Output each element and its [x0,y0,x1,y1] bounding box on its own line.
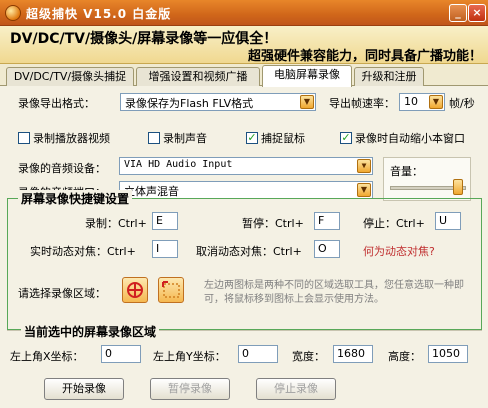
audio-device-select[interactable]: VIA HD Audio Input ▼ [119,157,373,175]
pause-hotkey-label: 暂停：Ctrl+ [242,217,304,230]
chevron-down-icon: ▼ [357,183,371,197]
fps-unit: 帧/秒 [449,97,475,110]
region-tool-crosshair-button[interactable] [122,277,148,303]
track-hotkey-input[interactable]: I [152,240,178,258]
width-input[interactable]: 1680 [333,345,373,363]
checkbox-label: 录像时自动缩小本窗口 [355,132,465,145]
height-label: 高度： [388,350,421,363]
app-logo-icon [5,5,21,21]
y-coord-label: 左上角Y坐标： [153,350,226,363]
tab-strip: DV/DC/TV/摄像头捕捉 增强设置和视频广播 电脑屏幕录像 升级和注册 [0,64,488,87]
height-input[interactable]: 1050 [428,345,468,363]
export-format-label: 录像导出格式： [18,97,95,110]
checkbox-label: 录制播放器视频 [33,132,110,145]
y-coord-input[interactable]: 0 [238,345,278,363]
crosshair-icon [127,282,143,298]
audio-port-select[interactable]: 立体声混音 ▼ [119,181,373,199]
stop-hotkey-label: 停止：Ctrl+ [363,217,425,230]
track-hotkey-label: 实时动态对焦：Ctrl+ [30,245,136,258]
region-tool-frame-button[interactable] [158,277,184,303]
tab-screen-record[interactable]: 电脑屏幕录像 [262,65,352,87]
record-hotkey-input[interactable]: E [152,212,178,230]
hotkey-group: 屏幕录像快捷键设置 录制：Ctrl+ E 暂停：Ctrl+ F 停止：Ctrl+… [7,190,482,330]
minimize-button[interactable]: _ [449,4,467,22]
chevron-down-icon: ▼ [300,95,314,109]
x-coord-input[interactable]: 0 [101,345,141,363]
x-coord-label: 左上角X坐标： [10,350,84,363]
pause-hotkey-input[interactable]: F [314,212,340,230]
pause-record-button[interactable]: 暂停录像 [150,378,230,400]
export-format-select[interactable]: 录像保存为Flash FLV格式 ▼ [120,93,316,111]
chevron-down-icon: ▼ [357,159,371,173]
fps-label: 导出帧速率： [329,97,395,110]
checkbox-label: 捕捉鼠标 [261,132,305,145]
close-button[interactable]: × [468,4,486,22]
dashed-frame-icon [162,281,180,298]
capture-mouse-checkbox[interactable]: ✓ 捕捉鼠标 [246,130,305,146]
what-is-tracking-link[interactable]: 何为动态对焦? [363,243,435,259]
region-tool-hint: 左边两图标是两种不同的区域选取工具，您任意选取一种即可，将鼠标移到图标上会显示使… [204,280,464,305]
current-region-title: 当前选中的屏幕录像区域 [21,323,160,340]
checkbox-box [18,132,30,144]
title-bar[interactable]: 超级捕快 V15.0 白金版 _ × [0,0,488,26]
volume-slider-handle[interactable] [453,179,463,195]
checkmark-icon: ✓ [246,131,258,144]
cancel-track-hotkey-input[interactable]: O [314,240,340,258]
audio-device-value: VIA HD Audio Input [124,159,233,170]
tab-upgrade[interactable]: 升级和注册 [354,67,424,86]
chevron-down-icon: ▼ [429,95,443,109]
checkmark-icon: ✓ [340,131,352,144]
hotkey-group-title: 屏幕录像快捷键设置 [18,190,133,207]
volume-panel: 音量： [383,157,471,201]
volume-label: 音量： [390,165,423,178]
audio-device-label: 录像的音频设备： [18,162,106,175]
record-player-video-checkbox[interactable]: 录制播放器视频 [18,130,110,146]
checkbox-label: 录制声音 [163,132,207,145]
cancel-track-hotkey-label: 取消动态对焦：Ctrl+ [196,245,302,258]
stop-hotkey-input[interactable]: U [435,212,461,230]
fps-value: 10 [404,95,418,108]
region-select-label: 请选择录像区域： [18,287,106,300]
tab-capture[interactable]: DV/DC/TV/摄像头捕捉 [6,67,134,86]
banner-line1: DV/DC/TV/摄像头/屏幕录像等一应俱全！ [10,31,278,47]
stop-record-button[interactable]: 停止录像 [256,378,336,400]
fps-select[interactable]: 10 ▼ [399,93,445,111]
width-label: 宽度： [292,350,325,363]
start-record-button[interactable]: 开始录像 [44,378,124,400]
record-hotkey-label: 录制：Ctrl+ [85,217,147,230]
banner-line2: 超强硬件兼容能力，同时具备广播功能！ [247,49,482,64]
banner: DV/DC/TV/摄像头/屏幕录像等一应俱全！ 超强硬件兼容能力，同时具备广播功… [0,26,488,64]
window-title: 超级捕快 V15.0 白金版 [26,7,172,21]
record-sound-checkbox[interactable]: 录制声音 [148,130,207,146]
export-format-value: 录像保存为Flash FLV格式 [125,97,254,110]
screen-record-panel: 录像导出格式： 录像保存为Flash FLV格式 ▼ 导出帧速率： 10 ▼ 帧… [0,86,488,408]
auto-minimize-checkbox[interactable]: ✓ 录像时自动缩小本窗口 [340,130,465,146]
tab-enhanced[interactable]: 增强设置和视频广播 [136,67,260,86]
checkbox-box [148,132,160,144]
audio-port-value: 立体声混音 [124,185,179,198]
